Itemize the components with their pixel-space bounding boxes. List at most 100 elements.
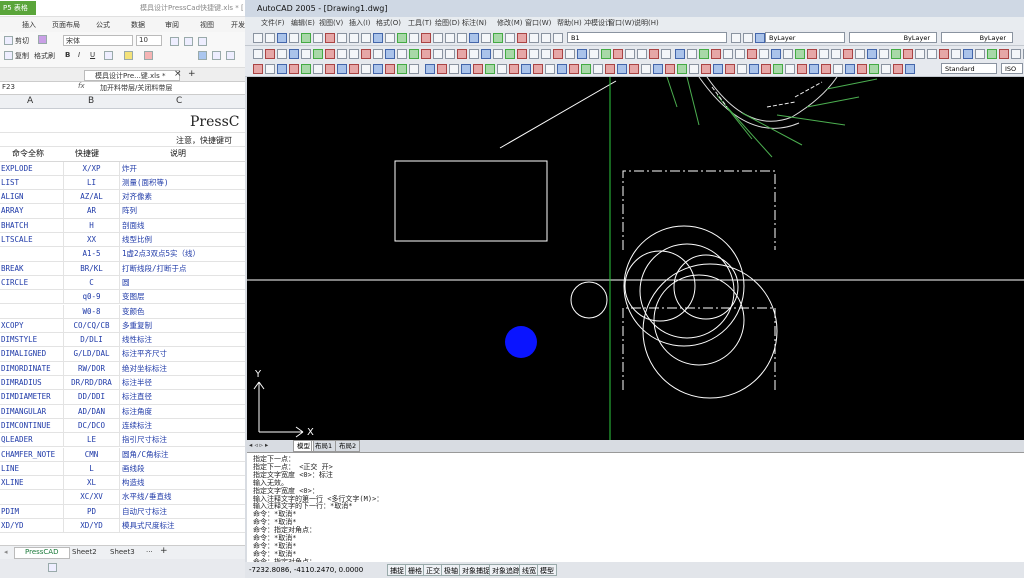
toolbar-button-icon[interactable] [253, 49, 263, 59]
toolbar-button-icon[interactable] [565, 49, 575, 59]
toolbar-button-icon[interactable] [289, 33, 299, 43]
toolbar-button-icon[interactable] [677, 64, 687, 74]
toolbar-button-icon[interactable] [593, 64, 603, 74]
table-row[interactable]: CIRCLE C 圆 [0, 275, 245, 291]
toolbar-button-icon[interactable] [879, 49, 889, 59]
toolbar-button-icon[interactable] [951, 49, 961, 59]
toolbar-button-icon[interactable] [747, 49, 757, 59]
scissors-icon[interactable] [4, 36, 13, 45]
toolbar-button-icon[interactable] [809, 64, 819, 74]
toolbar-button-icon[interactable] [445, 33, 455, 43]
toolbar-button-icon[interactable] [755, 33, 765, 43]
bold-button[interactable]: B [65, 51, 70, 59]
menu-item[interactable]: 窗口(W) [525, 17, 551, 30]
toolbar-button-icon[interactable] [337, 49, 347, 59]
menu-item[interactable]: 工具(T) [408, 17, 432, 30]
table-row[interactable]: DIMORDINATE RW/DOR 绝对坐标标注 [0, 361, 245, 376]
toolbar-button-icon[interactable] [625, 49, 635, 59]
toolbar-button-icon[interactable] [457, 49, 467, 59]
toolbar-button-icon[interactable] [425, 64, 435, 74]
toolbar-button-icon[interactable] [713, 64, 723, 74]
cell-description[interactable]: 剖面线 [122, 219, 145, 233]
header-row[interactable]: 命令全称 快捷键 说明 [0, 147, 245, 162]
toolbar-button-icon[interactable] [589, 49, 599, 59]
status-toggle-button[interactable]: 正交 [423, 564, 443, 576]
toolbar-button-icon[interactable] [493, 33, 503, 43]
italic-button[interactable]: I [78, 51, 80, 59]
toolbar-button-icon[interactable] [253, 64, 263, 74]
toolbar-button-icon[interactable] [649, 49, 659, 59]
toolbar-button-icon[interactable] [629, 64, 639, 74]
command-window[interactable]: 指定下一点： 指定下一点： <正交 开> 指定文字宽度 <0>：标注 输入无效。 指定文… [247, 452, 1024, 562]
cell-command[interactable]: ALIGN [1, 190, 63, 204]
toolbar-button-icon[interactable] [361, 64, 371, 74]
cell-shortcut[interactable]: AZ/AL [63, 190, 120, 205]
toolbar-button-icon[interactable] [743, 33, 753, 43]
sheet-grid[interactable]: PressC 注意，快捷键可 命令全称 快捷键 说明 EXPLODE X/XP 炸开… [0, 109, 245, 545]
toolbar-button-icon[interactable] [385, 33, 395, 43]
toolbar-button-icon[interactable] [277, 64, 287, 74]
cell-shortcut[interactable]: PD [63, 504, 120, 519]
cell-command[interactable]: DIMALIGNED [1, 347, 63, 361]
align-top-icon[interactable] [170, 37, 179, 46]
menu-item[interactable]: 绘图(D) [435, 17, 460, 30]
cell-description[interactable]: 连续标注 [122, 419, 152, 433]
toolbar-button-icon[interactable] [665, 64, 675, 74]
new-tab-icon[interactable]: + [188, 69, 196, 79]
align-right-icon[interactable] [226, 51, 235, 60]
cell-shortcut[interactable]: A1-5 [63, 247, 120, 262]
cell-description[interactable]: 圆 [122, 276, 130, 290]
toolbar-button-icon[interactable] [759, 49, 769, 59]
layer-select[interactable]: B1 [567, 32, 727, 43]
toolbar-button-icon[interactable] [601, 49, 611, 59]
toolbar-button-icon[interactable] [397, 49, 407, 59]
toolbar-button-icon[interactable] [493, 49, 503, 59]
table-row[interactable]: DIMSTYLE D/DLI 线性标注 [0, 333, 245, 348]
table-row[interactable]: BREAK BR/KL 打断线段/打断于点 [0, 261, 245, 276]
sheet-tab-presscad[interactable]: PressCAD [14, 547, 70, 559]
toolbar-button-icon[interactable] [569, 64, 579, 74]
toolbar-button-icon[interactable] [731, 33, 741, 43]
toolbar-button-icon[interactable] [481, 49, 491, 59]
font-color-icon[interactable] [144, 51, 153, 60]
toolbar-button-icon[interactable] [553, 49, 563, 59]
table-row[interactable]: XLINE XL 构造线 [0, 476, 245, 491]
toolbar-button-icon[interactable] [265, 33, 275, 43]
cell-description[interactable]: 阵列 [122, 204, 137, 218]
layout-nav-icons[interactable]: ◂ ◃ ▹ ▸ [249, 440, 268, 450]
toolbar-button-icon[interactable] [735, 49, 745, 59]
toolbar-button-icon[interactable] [867, 49, 877, 59]
cell-description[interactable]: 变颜色 [122, 305, 145, 319]
cell-command[interactable]: DIMORDINATE [1, 362, 63, 376]
cell-description[interactable]: 对齐像素 [122, 190, 152, 204]
table-row[interactable]: QLEADER LE 指引尺寸标注 [0, 433, 245, 448]
cell-command[interactable]: LINE [1, 462, 63, 476]
toolbar-button-icon[interactable] [521, 64, 531, 74]
align-middle-icon[interactable] [184, 37, 193, 46]
cut-button[interactable]: 剪切 [15, 36, 29, 46]
toolbar-button-icon[interactable] [265, 49, 275, 59]
table-row[interactable]: DIMRADIUS DR/RD/DRA 标注半径 [0, 376, 245, 391]
cell-command[interactable]: XCOPY [1, 319, 63, 333]
toolbar-button-icon[interactable] [277, 33, 287, 43]
cell-shortcut[interactable]: XX [63, 233, 120, 247]
cell-command[interactable]: DIMRADIUS [1, 376, 63, 390]
sheet-nav-prev-icon[interactable]: ◂ [4, 548, 8, 556]
toolbar-button-icon[interactable] [325, 64, 335, 74]
toolbar-button-icon[interactable] [469, 49, 479, 59]
toolbar-button-icon[interactable] [433, 49, 443, 59]
file-tab-active[interactable]: 模具设计Pre...键.xls * [84, 70, 180, 81]
toolbar-button-icon[interactable] [517, 33, 527, 43]
cell-shortcut[interactable]: W0-8 [63, 304, 120, 319]
cell-command[interactable]: QLEADER [1, 433, 63, 447]
toolbar-button-icon[interactable] [457, 33, 467, 43]
toolbar-button-icon[interactable] [313, 49, 323, 59]
color-select[interactable]: ByLayer [765, 32, 845, 43]
add-sheet-icon[interactable]: + [160, 546, 168, 556]
cell-shortcut[interactable]: C [63, 275, 120, 290]
fx-icon[interactable]: fx [78, 82, 85, 90]
cell-description[interactable]: 线型比例 [122, 233, 152, 247]
toolbar-button-icon[interactable] [301, 49, 311, 59]
table-row[interactable]: DIMALIGNED G/LD/DAL 标注平齐尺寸 [0, 347, 245, 362]
toolbar-button-icon[interactable] [445, 49, 455, 59]
